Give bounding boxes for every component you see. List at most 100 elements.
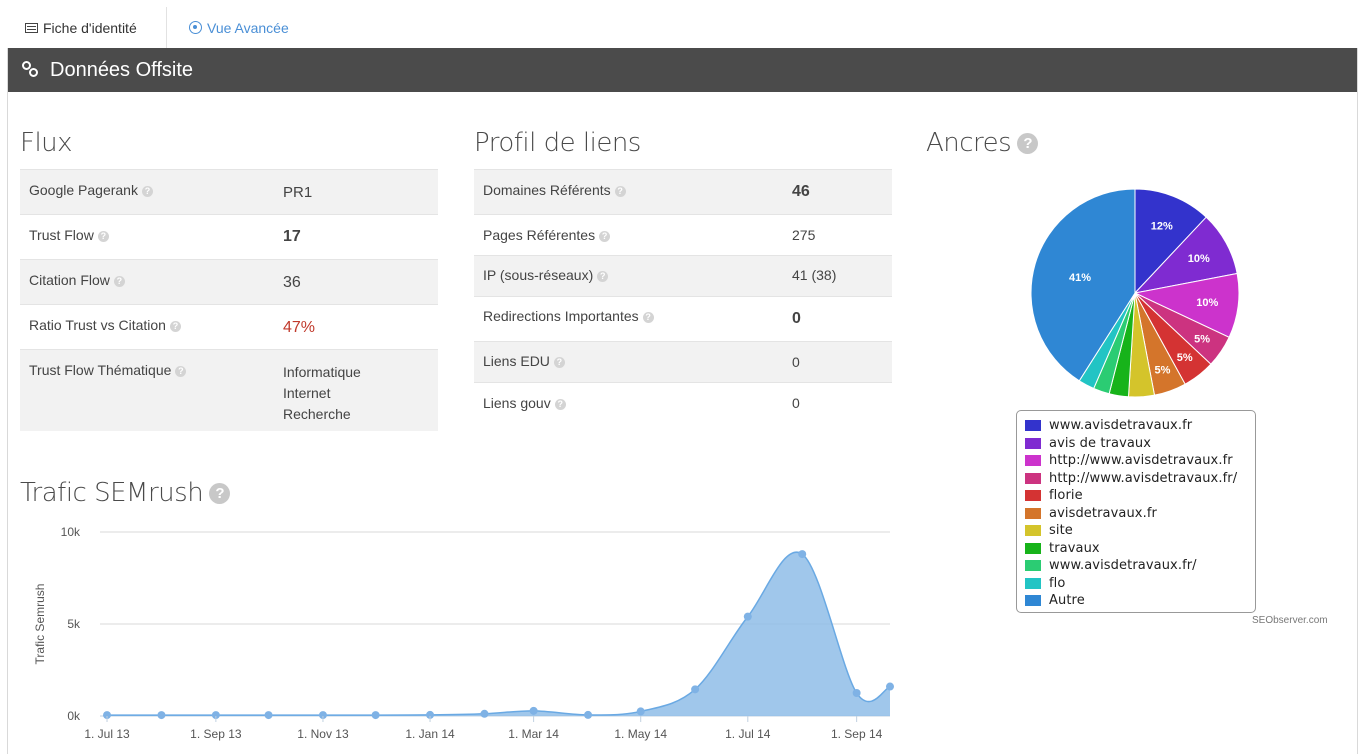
legend-swatch — [1025, 542, 1041, 554]
x-tick-label: 1. Jul 14 — [725, 727, 771, 741]
legend-item[interactable]: Autre — [1025, 592, 1255, 610]
legend-item[interactable]: avisdetravaux.fr — [1025, 505, 1255, 523]
help-icon[interactable]: ? — [209, 482, 231, 504]
legend-item[interactable]: www.avisdetravaux.fr — [1025, 417, 1255, 435]
x-tick-label: 1. Jan 14 — [405, 727, 455, 741]
x-tick-label: 1. May 14 — [614, 727, 667, 741]
legend-label: www.avisdetravaux.fr/ — [1049, 558, 1197, 574]
row-label: Liens EDU — [483, 353, 550, 369]
x-tick-label: 1. Sep 13 — [190, 727, 242, 741]
legend-item[interactable]: florie — [1025, 487, 1255, 505]
help-icon[interactable]: ? — [597, 270, 609, 282]
pie-slice-label: 10% — [1196, 297, 1218, 309]
trafic-area-chart: 0k 5k 10k Trafic Semrush 1. Jul 13 1. Sep 13 1… — [33, 525, 894, 741]
data-point[interactable] — [157, 711, 166, 720]
row-value: 0 — [792, 382, 892, 431]
legend-label: florie — [1049, 488, 1083, 504]
help-icon[interactable]: ? — [614, 185, 626, 197]
legend-swatch — [1025, 577, 1041, 589]
table-row: Trust Flow? 17 — [20, 214, 438, 260]
table-row: Pages Référentes? 275 — [474, 214, 892, 256]
table-row: Redirections Importantes? 0 — [474, 296, 892, 342]
data-point[interactable] — [636, 707, 645, 716]
row-value: 0 — [792, 341, 892, 383]
legend-label: travaux — [1049, 540, 1100, 556]
legend-item[interactable]: travaux — [1025, 540, 1255, 558]
help-icon[interactable]: ? — [113, 275, 125, 287]
x-tick-label: 1. Jul 13 — [84, 727, 130, 741]
tab-vue-avancee[interactable]: Vue Avancée — [183, 7, 289, 48]
data-point[interactable] — [584, 710, 593, 719]
table-row: Trust Flow Thématique? Informatique Inte… — [20, 349, 438, 431]
pie-slice-label: 5% — [1155, 364, 1171, 376]
legend-item[interactable]: avis de travaux — [1025, 435, 1255, 453]
ancres-title: Ancres ? — [926, 128, 1039, 158]
row-label: Trust Flow Thématique — [29, 362, 172, 378]
row-value: Informatique Internet Recherche — [283, 349, 438, 431]
legend-swatch — [1025, 507, 1041, 519]
trafic-title-text: Trafic SEMrush — [20, 478, 204, 508]
pie-slice-label: 10% — [1188, 253, 1210, 265]
legend-label: site — [1049, 523, 1073, 539]
row-label: Trust Flow — [29, 227, 94, 243]
legend-item[interactable]: http://www.avisdetravaux.fr — [1025, 452, 1255, 470]
help-icon[interactable]: ? — [642, 311, 654, 323]
help-icon[interactable]: ? — [141, 185, 153, 197]
data-point[interactable] — [529, 706, 538, 715]
ancres-legend: www.avisdetravaux.fr avis de travaux http:… — [1016, 410, 1256, 613]
legend-label: avis de travaux — [1049, 435, 1152, 451]
data-point[interactable] — [264, 711, 273, 720]
legend-label: www.avisdetravaux.fr — [1049, 418, 1193, 434]
row-value: PR1 — [283, 169, 438, 215]
data-point[interactable] — [852, 689, 861, 697]
help-icon[interactable]: ? — [169, 320, 181, 332]
data-point[interactable] — [798, 550, 807, 559]
table-row: Liens gouv? 0 — [474, 382, 892, 431]
help-icon[interactable]: ? — [554, 398, 566, 410]
data-point[interactable] — [691, 685, 700, 694]
tab-bar: Fiche d'identité Vue Avancée — [7, 7, 1358, 48]
table-row: Google Pagerank? PR1 — [20, 169, 438, 215]
help-icon[interactable]: ? — [553, 356, 565, 368]
legend-swatch — [1025, 472, 1041, 484]
settings-icon — [189, 21, 202, 34]
row-label: Ratio Trust vs Citation — [29, 317, 166, 333]
legend-item[interactable]: http://www.avisdetravaux.fr/ — [1025, 470, 1255, 488]
help-icon[interactable]: ? — [1017, 132, 1039, 154]
legend-item[interactable]: flo — [1025, 575, 1255, 593]
data-point[interactable] — [371, 711, 380, 720]
table-row: Citation Flow? 36 — [20, 259, 438, 305]
y-tick-label: 10k — [61, 525, 81, 539]
legend-label: avisdetravaux.fr — [1049, 505, 1157, 521]
pie-slice-label: 5% — [1194, 334, 1210, 346]
legend-item[interactable]: www.avisdetravaux.fr/ — [1025, 557, 1255, 575]
pie-slice-label: 5% — [1177, 352, 1193, 364]
legend-label: http://www.avisdetravaux.fr — [1049, 453, 1233, 469]
table-row: Ratio Trust vs Citation? 47% — [20, 304, 438, 350]
row-value: 36 — [283, 259, 438, 305]
legend-swatch — [1025, 455, 1041, 467]
tab-label: Vue Avancée — [207, 19, 289, 36]
row-label: Google Pagerank — [29, 182, 138, 198]
data-point[interactable] — [886, 682, 894, 691]
help-icon[interactable]: ? — [599, 230, 611, 242]
legend-swatch — [1025, 437, 1041, 449]
legend-item[interactable]: site — [1025, 522, 1255, 540]
table-row: Liens EDU? 0 — [474, 341, 892, 383]
y-tick-label: 0k — [67, 709, 81, 723]
row-label: Domaines Référents — [483, 182, 611, 198]
profil-title-text: Profil de liens — [474, 128, 641, 158]
data-point[interactable] — [480, 709, 489, 718]
ancres-pie-chart: 12%10%10%5%5%5%41% — [1030, 188, 1240, 398]
help-icon[interactable]: ? — [97, 230, 109, 242]
trafic-title: Trafic SEMrush ? — [20, 478, 231, 508]
row-value: 17 — [283, 228, 301, 245]
chart-credit: SEObserver.com — [1252, 615, 1328, 626]
legend-label: flo — [1049, 575, 1066, 591]
flux-table: Google Pagerank? PR1 Trust Flow? 17 Cita… — [20, 169, 438, 431]
data-point[interactable] — [743, 612, 752, 621]
legend-swatch — [1025, 560, 1041, 572]
tab-fiche-identite[interactable]: Fiche d'identité — [7, 7, 167, 48]
legend-swatch — [1025, 490, 1041, 502]
help-icon[interactable]: ? — [175, 365, 187, 377]
